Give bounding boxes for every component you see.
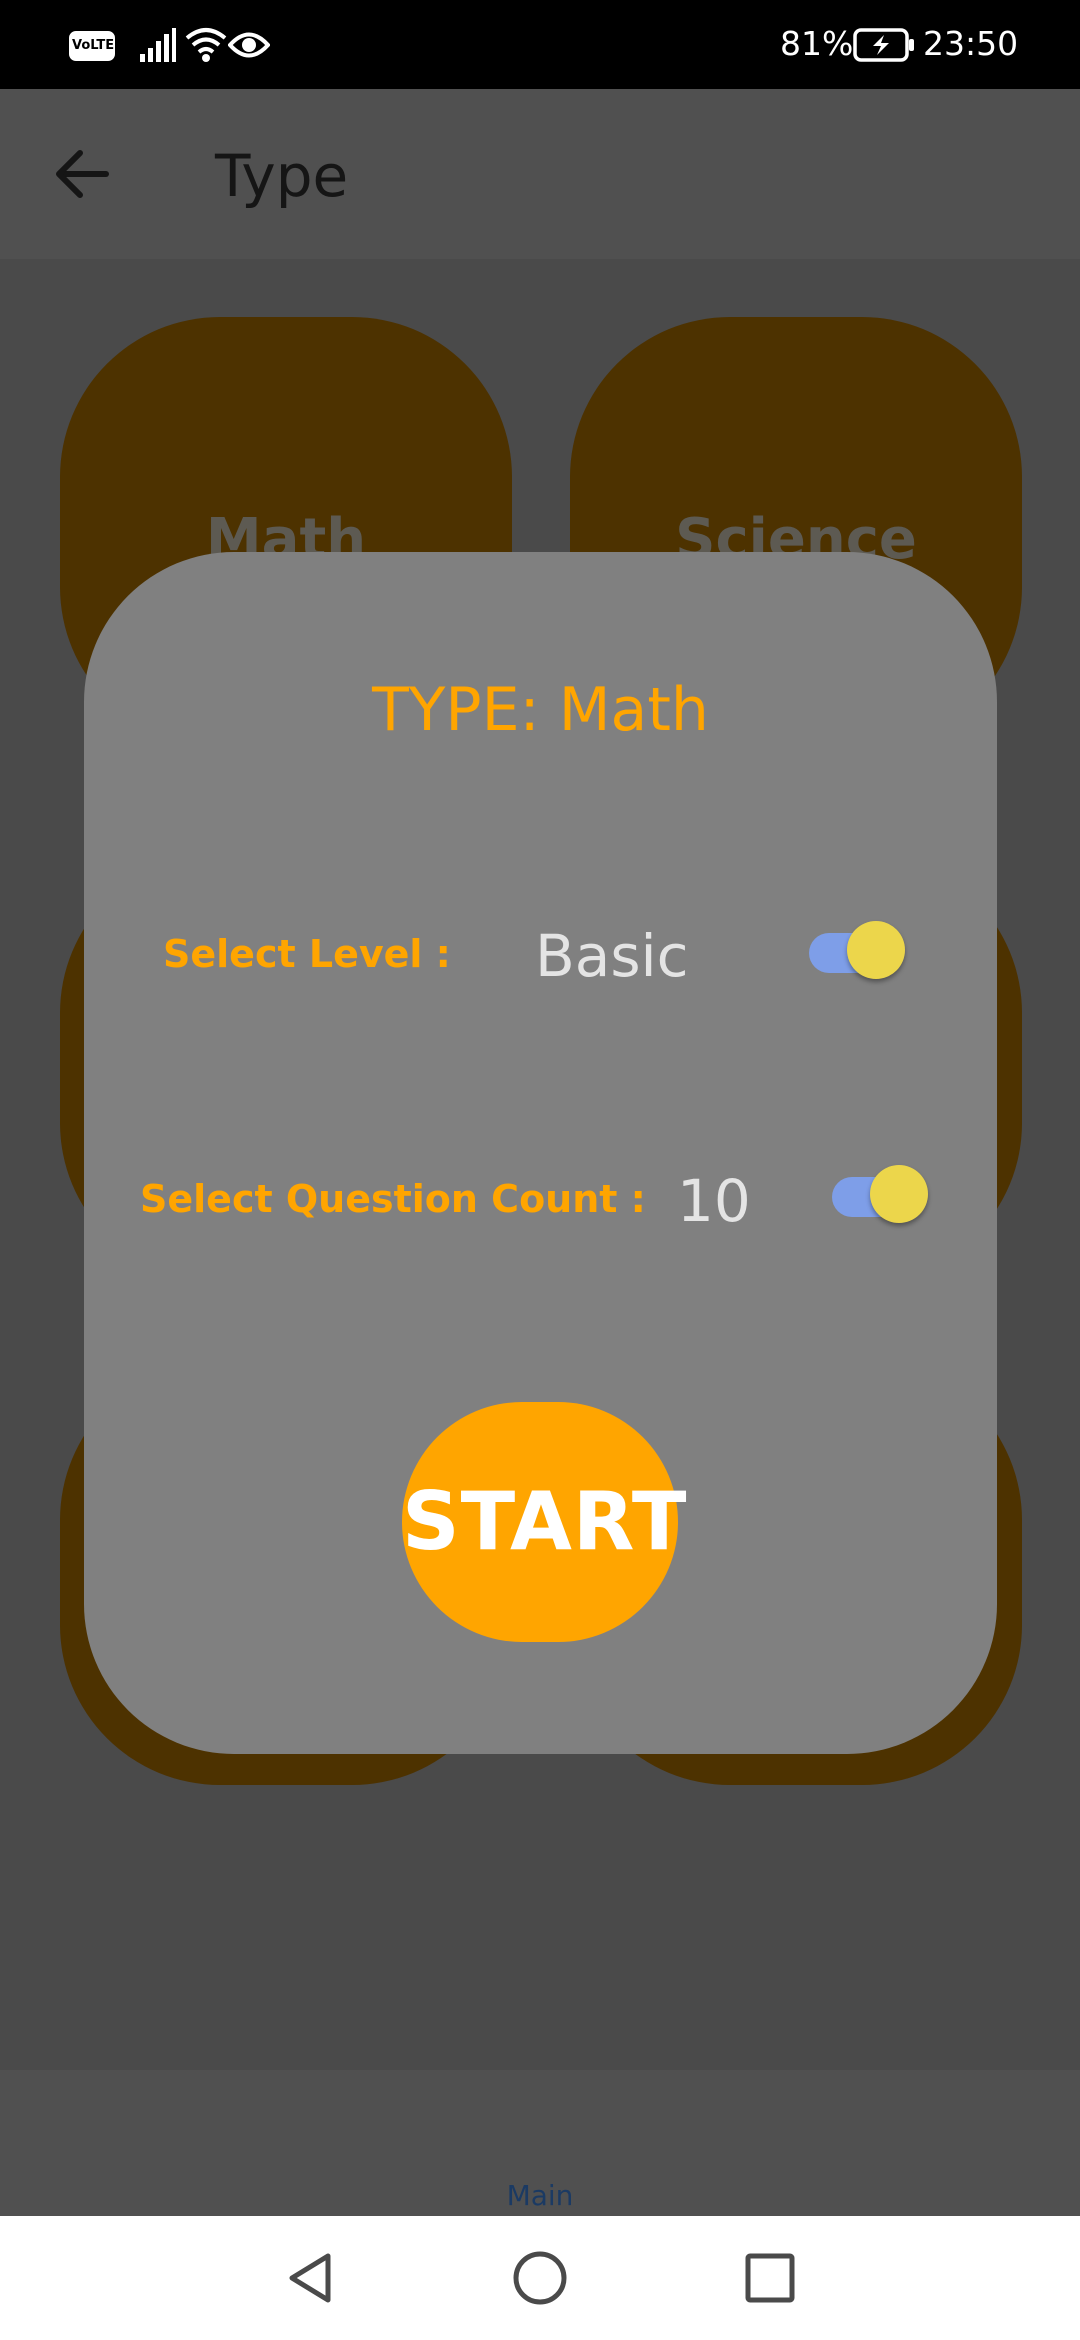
battery-charging-icon [853,28,914,62]
level-label: Select Level : [163,932,451,976]
app-bar: Type [0,89,1080,259]
status-bar: VoLTE 81% 23:50 [0,0,1080,89]
eye-icon [228,32,270,58]
toggle-thumb [870,1165,928,1223]
recents-square-icon[interactable] [740,2248,800,2308]
signal-icon [140,28,176,62]
bottom-tab-bar: Main [0,2070,1080,2216]
arrow-left-icon[interactable] [48,139,118,209]
page-title: Type [215,142,349,210]
dialog-title: TYPE: Math [372,675,709,745]
system-nav-bar [0,2216,1080,2340]
question-count-label: Select Question Count : [140,1177,646,1221]
level-toggle[interactable] [809,916,909,986]
back-triangle-icon[interactable] [280,2248,340,2308]
toggle-thumb [847,921,905,979]
clock: 23:50 [923,24,1019,63]
question-count-value: 10 [677,1167,751,1235]
home-circle-icon[interactable] [510,2248,570,2308]
tab-main[interactable]: Main [0,2178,1080,2214]
volte-badge: VoLTE [69,31,115,61]
battery-percent: 81% [780,24,854,63]
wifi-icon [185,28,227,62]
start-button[interactable]: START [402,1402,686,1642]
quiz-settings-dialog: TYPE: Math Select Level : Basic Select Q… [84,552,997,1754]
question-count-toggle[interactable] [832,1160,932,1230]
level-value: Basic [535,922,689,990]
